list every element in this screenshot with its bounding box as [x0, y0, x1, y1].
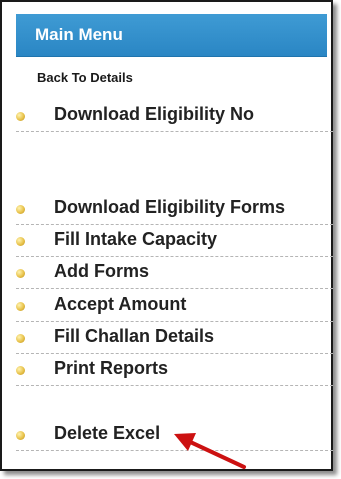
- arrow-icon: [174, 433, 246, 469]
